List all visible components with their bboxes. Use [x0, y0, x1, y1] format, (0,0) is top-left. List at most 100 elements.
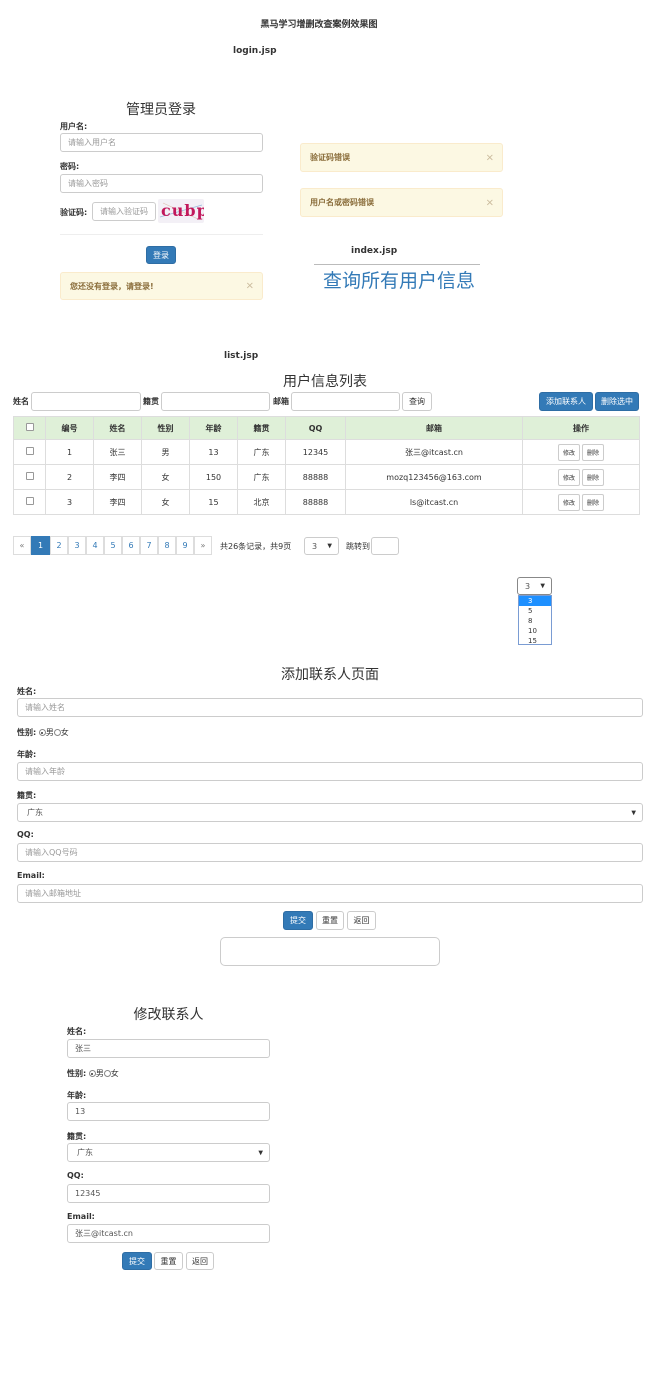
pagination-page[interactable]: 6: [122, 536, 140, 555]
edit-gender-group: 性别: 男女: [67, 1068, 119, 1079]
pagination-page[interactable]: 2: [50, 536, 68, 555]
login-file-label: login.jsp: [233, 46, 277, 56]
edit-reset-button[interactable]: 重置: [154, 1252, 183, 1270]
edit-origin-select[interactable]: 广东 ▼: [67, 1143, 270, 1162]
row-checkbox[interactable]: [25, 497, 34, 505]
delete-button[interactable]: 删除: [582, 493, 605, 511]
column-header: 年龄: [189, 416, 238, 440]
jump-to-input[interactable]: [371, 537, 399, 555]
add-contact-button[interactable]: 添加联系人: [539, 392, 593, 411]
dropdown-option[interactable]: 15: [519, 636, 551, 646]
edit-origin-value: 广东: [77, 1148, 93, 1157]
cell-age: 13: [189, 439, 238, 465]
edit-email-input[interactable]: 张三@itcast.cn: [67, 1224, 270, 1243]
username-input[interactable]: 请输入用户名: [60, 133, 263, 152]
list-title: 用户信息列表: [283, 374, 367, 390]
pagination-next[interactable]: »: [194, 536, 212, 555]
select-all-cell[interactable]: [13, 416, 46, 440]
add-back-button[interactable]: 返回: [347, 911, 376, 930]
pagination-page[interactable]: 4: [86, 536, 104, 555]
edit-gender-female-radio[interactable]: [103, 1070, 111, 1077]
cell-gender: 女: [141, 464, 190, 490]
edit-form-title: 修改联系人: [133, 1007, 204, 1023]
add-form-title: 添加联系人页面: [281, 667, 379, 683]
edit-age-label: 年龄:: [67, 1091, 87, 1100]
edit-name-input[interactable]: 张三: [67, 1039, 270, 1058]
pagination-page[interactable]: 8: [158, 536, 176, 555]
add-email-input[interactable]: 请输入邮箱地址: [17, 884, 643, 903]
edit-button[interactable]: 修改: [557, 493, 580, 511]
edit-qq-input[interactable]: 12345: [67, 1184, 270, 1203]
cell-id: 2: [45, 464, 94, 490]
delete-selected-button[interactable]: 删除选中: [595, 392, 639, 411]
query-all-users-link[interactable]: 查询所有用户信息: [314, 266, 484, 293]
close-icon[interactable]: ×: [486, 197, 494, 208]
edit-gender-male-radio[interactable]: [88, 1070, 96, 1077]
password-input[interactable]: 请输入密码: [60, 174, 263, 193]
pagination-page[interactable]: 7: [140, 536, 158, 555]
captcha-input[interactable]: 请输入验证码: [92, 202, 156, 221]
add-gender-female-radio[interactable]: [53, 729, 61, 736]
cell-name: 李四: [93, 489, 142, 515]
edit-gender-label: 性别:: [67, 1069, 87, 1078]
add-email-label: Email:: [17, 871, 45, 880]
add-name-input[interactable]: 请输入姓名: [17, 698, 643, 717]
pagination-summary: 共26条记录，共9页: [220, 542, 292, 551]
row-checkbox[interactable]: [25, 472, 34, 480]
delete-button[interactable]: 删除: [582, 443, 605, 461]
delete-button[interactable]: 删除: [582, 468, 605, 486]
page-size-options: 3 5 8 10 15: [518, 595, 552, 645]
add-reset-button[interactable]: 重置: [316, 911, 344, 930]
add-qq-input[interactable]: 请输入QQ号码: [17, 843, 643, 862]
add-origin-select[interactable]: 广东 ▼: [17, 803, 643, 822]
query-button[interactable]: 查询: [402, 392, 432, 411]
pagination-page[interactable]: 9: [176, 536, 194, 555]
add-age-input[interactable]: 请输入年龄: [17, 762, 643, 781]
cell-origin: 广东: [237, 439, 286, 465]
search-name-input[interactable]: [31, 392, 141, 411]
row-checkbox[interactable]: [25, 447, 34, 455]
cell-id: 1: [45, 439, 94, 465]
add-name-placeholder: 请输入姓名: [25, 703, 65, 712]
edit-back-button[interactable]: 返回: [186, 1252, 214, 1270]
edit-email-value: 张三@itcast.cn: [75, 1229, 133, 1238]
dropdown-option[interactable]: 5: [519, 606, 551, 616]
page-size-dropdown[interactable]: 3 ▼: [517, 577, 552, 595]
close-icon[interactable]: ×: [486, 152, 494, 163]
page-size-select[interactable]: 3 ▼: [304, 537, 339, 555]
column-header: 性别: [141, 416, 190, 440]
empty-message-box: [220, 937, 440, 966]
select-all-checkbox[interactable]: [25, 423, 34, 431]
add-submit-button[interactable]: 提交: [283, 911, 313, 930]
pagination-prev[interactable]: «: [13, 536, 31, 555]
close-icon[interactable]: ×: [246, 281, 254, 292]
chevron-down-icon: ▼: [540, 582, 545, 590]
search-origin-label: 籍贯: [143, 397, 159, 406]
captcha-image[interactable]: cubp: [158, 199, 204, 223]
dropdown-option[interactable]: 3: [519, 596, 551, 606]
page-title: 黑马学习增删改查案例效果图: [260, 20, 378, 30]
pagination-page[interactable]: 5: [104, 536, 122, 555]
list-file-label: list.jsp: [224, 351, 259, 361]
login-button[interactable]: 登录: [146, 246, 176, 264]
edit-qq-label: QQ:: [67, 1171, 84, 1180]
search-origin-input[interactable]: [161, 392, 270, 411]
column-header: 姓名: [93, 416, 142, 440]
pagination-page[interactable]: 3: [68, 536, 86, 555]
chevron-down-icon: ▼: [631, 809, 636, 816]
search-name-label: 姓名: [13, 397, 29, 406]
edit-age-value: 13: [75, 1107, 86, 1116]
password-label: 密码:: [60, 162, 80, 171]
pagination-page[interactable]: 1: [31, 536, 50, 555]
edit-button[interactable]: 修改: [557, 468, 580, 486]
cell-qq: 88888: [285, 464, 346, 490]
add-qq-placeholder: 请输入QQ号码: [25, 848, 78, 857]
edit-button[interactable]: 修改: [557, 443, 580, 461]
edit-submit-button[interactable]: 提交: [122, 1252, 152, 1270]
add-gender-male-radio[interactable]: [38, 729, 46, 736]
dropdown-option[interactable]: 10: [519, 626, 551, 636]
edit-age-input[interactable]: 13: [67, 1102, 270, 1121]
search-email-input[interactable]: [291, 392, 400, 411]
dropdown-option[interactable]: 8: [519, 616, 551, 626]
index-file-label: index.jsp: [351, 246, 398, 256]
